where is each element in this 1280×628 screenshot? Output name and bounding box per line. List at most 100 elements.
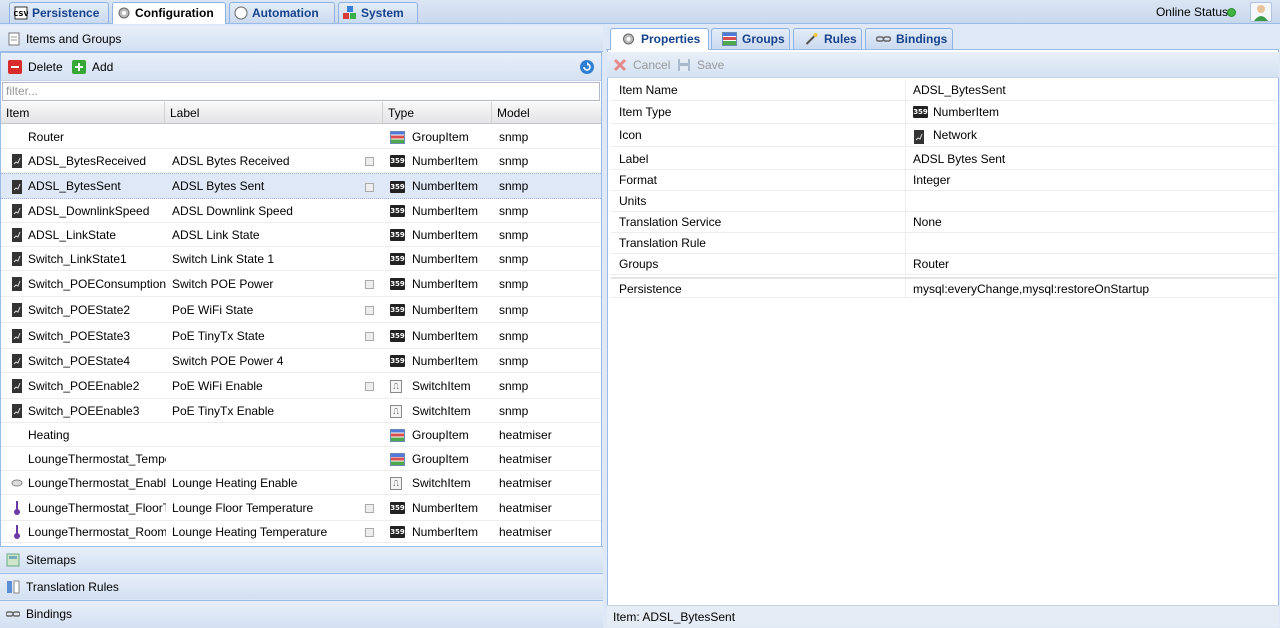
tab-configuration[interactable]: Configuration — [112, 2, 226, 24]
row-menu-icon[interactable] — [365, 156, 374, 166]
number-item-icon: 359 — [913, 106, 928, 118]
cell-model: snmp — [499, 203, 529, 218]
gear-icon — [623, 33, 634, 45]
tab-properties[interactable]: Properties — [610, 28, 709, 50]
table-row[interactable]: ADSL_LinkState ADSL Link State 359 NumberIt… — [1, 223, 601, 247]
cell-item: ADSL_BytesSent — [28, 179, 121, 193]
gear-icon — [118, 7, 130, 19]
refresh-icon[interactable] — [579, 59, 595, 75]
row-menu-icon[interactable] — [365, 182, 374, 192]
number-item-icon: 359 — [390, 501, 405, 514]
table-row[interactable]: Router GroupItem snmp — [1, 125, 601, 149]
cell-model: snmp — [499, 153, 529, 168]
table-row[interactable]: ADSL_BytesSent ADSL Bytes Sent 359 NumberIt… — [1, 173, 601, 199]
tab-label: Bindings — [896, 32, 948, 46]
column-header-type[interactable]: Type — [383, 102, 492, 124]
svg-text:CSV: CSV — [14, 10, 28, 18]
column-header-model[interactable]: Model — [492, 102, 601, 124]
number-item-icon: 359 — [390, 204, 405, 217]
tab-persistence[interactable]: CSV Persistence — [9, 2, 109, 23]
accordion-sitemaps[interactable]: Sitemaps — [0, 546, 603, 572]
cell-label: Switch Link State 1 — [172, 251, 275, 266]
row-menu-icon[interactable] — [365, 381, 374, 391]
cell-item: Switch_POEState2 — [28, 302, 131, 317]
row-menu-icon[interactable] — [365, 279, 374, 289]
filter-input[interactable]: filter... — [2, 82, 600, 101]
column-divider — [905, 212, 906, 232]
table-row[interactable]: Heating GroupItem heatmiser — [1, 423, 601, 447]
thermometer-icon — [11, 525, 23, 539]
cell-item: Switch_POEEnable3 — [28, 403, 140, 418]
table-row[interactable]: ADSL_DownlinkSpeed ADSL Downlink Speed 359… — [1, 199, 601, 223]
row-menu-icon[interactable] — [365, 305, 374, 315]
column-header-label[interactable]: Label — [165, 102, 383, 124]
table-row[interactable]: Switch_POEEnable2 PoE WiFi Enable ⎍ SwitchI… — [1, 373, 601, 399]
property-value: Network — [933, 128, 978, 142]
table-row[interactable]: LoungeThermostat_FloorTer Lounge Floor Te… — [1, 495, 601, 521]
number-item-icon: 359 — [390, 329, 405, 342]
table-row[interactable]: LoungeThermostat_Enable Lounge Heating En… — [1, 471, 601, 495]
property-row[interactable]: Label ADSL Bytes Sent — [611, 149, 1277, 170]
table-row[interactable]: LoungeThermostat_Tempera GroupItem heatmis… — [1, 447, 601, 471]
property-row[interactable]: Groups Router — [611, 254, 1277, 275]
row-menu-icon[interactable] — [365, 527, 374, 537]
tab-groups[interactable]: Groups — [711, 28, 790, 49]
items-toolbar: Delete Add — [1, 53, 601, 81]
network-icon — [11, 204, 23, 218]
cell-label: ADSL Downlink Speed — [172, 203, 293, 218]
save-button[interactable]: Save — [677, 57, 724, 73]
property-row[interactable]: Translation Rule — [611, 233, 1277, 254]
delete-button[interactable]: Delete — [8, 59, 63, 75]
accordion-label: Translation Rules — [26, 580, 119, 594]
table-row[interactable]: LoungeThermostat_RoomTer Lounge Heating T… — [1, 521, 601, 543]
add-button[interactable]: Add — [72, 59, 113, 75]
tab-rules[interactable]: Rules — [793, 28, 862, 49]
column-header-item[interactable]: Item — [1, 102, 165, 124]
cell-type: SwitchItem — [412, 475, 471, 490]
cell-label: Switch POE Power 4 — [172, 353, 284, 368]
tab-system[interactable]: System — [338, 2, 418, 23]
cell-model: heatmiser — [499, 475, 552, 490]
property-value: NumberItem — [933, 105, 1000, 119]
sitemap-icon — [6, 553, 20, 567]
cell-label: ADSL Link State — [172, 227, 260, 242]
network-icon — [11, 252, 23, 266]
property-key: Groups — [619, 257, 659, 271]
property-row[interactable]: Item Name ADSL_BytesSent — [611, 80, 1277, 101]
save-icon — [678, 59, 690, 71]
cancel-button[interactable]: Cancel — [613, 57, 670, 73]
property-row[interactable]: Persistence mysql:everyChange,mysql:resto… — [611, 277, 1277, 298]
user-icon — [1254, 5, 1268, 21]
row-menu-icon[interactable] — [365, 331, 374, 341]
property-value: mysql:everyChange,mysql:restoreOnStartup — [913, 282, 1150, 296]
accordion-bindings[interactable]: Bindings — [0, 600, 603, 628]
table-row[interactable]: Switch_POEConsumption Switch POE Power 359… — [1, 271, 601, 297]
row-menu-icon[interactable] — [365, 503, 374, 513]
table-row[interactable]: Switch_POEEnable3 PoE TinyTx Enable ⎍ Switc… — [1, 399, 601, 423]
table-row[interactable]: Switch_POEState4 Switch POE Power 4 359 Num… — [1, 349, 601, 373]
cell-label: PoE WiFi State — [172, 302, 254, 317]
column-divider — [905, 124, 906, 146]
cell-type: NumberItem — [412, 500, 479, 515]
tab-automation[interactable]: Automation — [229, 2, 335, 23]
column-divider — [905, 233, 906, 253]
table-row[interactable]: Switch_POEState2 PoE WiFi State 359 NumberI… — [1, 297, 601, 323]
table-row[interactable]: ADSL_BytesReceived ADSL Bytes Received 359… — [1, 149, 601, 173]
table-row[interactable]: Switch_LinkState1 Switch Link State 1 359 N… — [1, 247, 601, 271]
number-item-icon: 359 — [390, 277, 405, 290]
user-button[interactable] — [1250, 2, 1272, 22]
property-row[interactable]: Translation Service None — [611, 212, 1277, 233]
property-row[interactable]: Icon Network — [611, 124, 1277, 147]
table-row[interactable]: Switch_POEState3 PoE TinyTx State 359 Numbe… — [1, 323, 601, 349]
property-row[interactable]: Item Type 359 NumberItem — [611, 101, 1277, 124]
property-row[interactable]: Units — [611, 191, 1277, 212]
accordion-translation-rules[interactable]: Translation Rules — [0, 573, 603, 599]
cell-type: NumberItem — [412, 203, 479, 218]
tab-bindings[interactable]: Bindings — [865, 28, 953, 49]
column-divider — [905, 191, 906, 211]
cell-model: snmp — [499, 129, 529, 144]
cell-type: NumberItem — [412, 328, 479, 343]
property-key: Item Type — [619, 105, 672, 119]
property-row[interactable]: Format Integer — [611, 170, 1277, 191]
status-bar: Item: ADSL_BytesSent — [607, 605, 1279, 627]
